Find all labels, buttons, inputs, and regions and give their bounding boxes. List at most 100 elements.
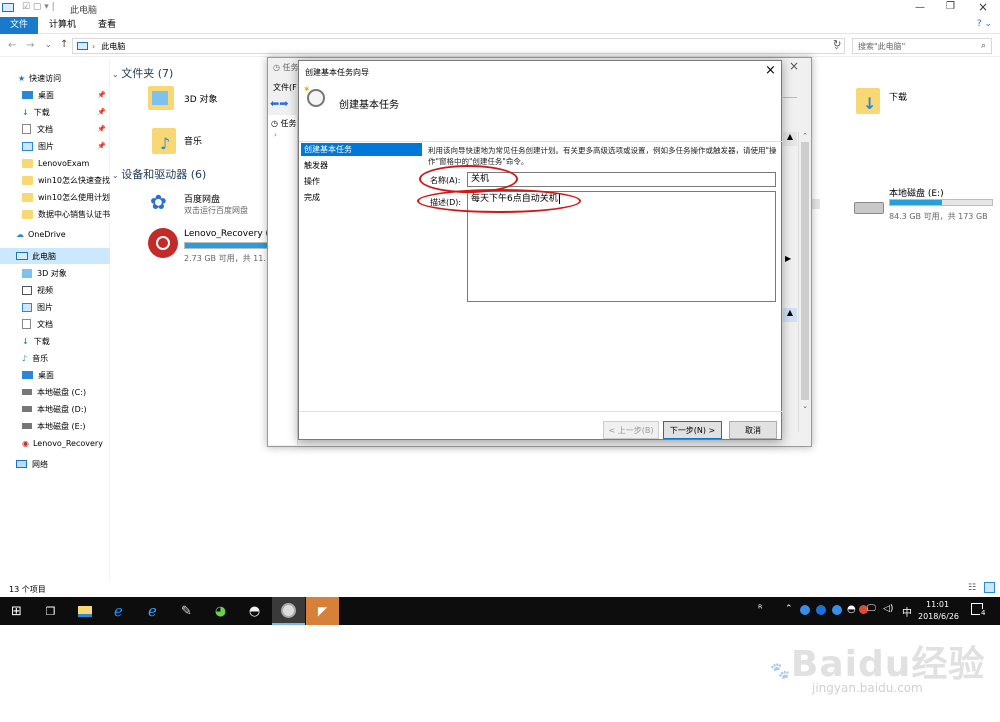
search-box[interactable]: 搜索"此电脑" ⌕ — [852, 38, 992, 54]
tab-computer[interactable]: 计算机 — [38, 17, 87, 34]
folder-music[interactable]: ♪ 音乐 — [148, 122, 208, 162]
taskbar-penguin[interactable]: ◓ — [238, 597, 271, 625]
nav-folder-datacenter[interactable]: 数据中心销售认证书 — [0, 206, 110, 222]
nav-pc-pictures[interactable]: 图片 — [0, 299, 110, 315]
clock-icon: ◷ — [271, 119, 281, 128]
folders-header[interactable]: ⌄ 文件夹 (7) — [112, 65, 173, 81]
tray-app-icon[interactable] — [800, 605, 810, 615]
taskbar-ie[interactable]: ℯ — [136, 597, 169, 625]
devices-header[interactable]: ⌄ 设备和驱动器 (6) — [112, 166, 206, 182]
step-create-basic-task[interactable]: 创建基本任务 — [301, 143, 422, 156]
nav-documents[interactable]: 文档 📌 — [0, 121, 110, 137]
back-arrow-icon[interactable]: ← — [8, 40, 16, 51]
nav-this-pc[interactable]: 此电脑 — [0, 248, 110, 264]
expand-icon[interactable]: › — [274, 131, 297, 139]
scroll-down-icon[interactable]: ⌄ — [799, 402, 811, 410]
step-trigger[interactable]: 触发器 — [301, 159, 422, 172]
tab-view[interactable]: 查看 — [87, 17, 127, 34]
document-icon — [22, 124, 31, 134]
cube-icon — [22, 268, 32, 278]
cancel-button[interactable]: 取消 — [729, 421, 777, 439]
taskbar-explorer[interactable] — [68, 597, 101, 625]
folder-downloads[interactable]: ↓ 下载 — [856, 82, 936, 122]
details-view-icon[interactable]: ☷ — [968, 583, 976, 593]
taskbar-wechat[interactable]: ◕ — [204, 597, 237, 625]
clock-date[interactable]: 2018/6/26 — [918, 612, 959, 621]
large-icons-view-icon[interactable] — [984, 582, 995, 593]
nav-pc-documents[interactable]: 文档 — [0, 316, 110, 332]
recent-chevron-icon[interactable]: ⌄ — [45, 40, 52, 49]
ts-tree-root[interactable]: ◷ 任务 — [271, 118, 297, 129]
start-button[interactable]: ⊞ — [0, 597, 33, 625]
up-arrow-icon[interactable]: ↑ — [60, 39, 68, 50]
ts-close-button[interactable]: × — [789, 59, 799, 73]
drive-e[interactable]: 本地磁盘 (E:) 84.3 GB 可用，共 173 GB — [854, 184, 994, 224]
taskbar-flag-app[interactable]: ◤ — [306, 597, 339, 625]
back-button[interactable]: < 上一步(B) — [603, 421, 659, 439]
close-button[interactable]: × — [978, 0, 988, 14]
nav-quick-access[interactable]: ★ 快速访问 — [0, 70, 110, 86]
taskbar-app[interactable]: ✎ — [170, 597, 203, 625]
video-icon — [22, 285, 32, 295]
forward-arrow-icon[interactable]: → — [26, 40, 34, 51]
music-icon: ♪ — [160, 134, 171, 153]
scroll-up-icon[interactable]: ⌃ — [799, 132, 811, 140]
maximize-button[interactable]: ❐ — [946, 1, 955, 12]
footer-divider — [299, 411, 783, 412]
nav-3d-objects[interactable]: 3D 对象 — [0, 265, 110, 281]
refresh-icon[interactable]: ↻ — [833, 39, 841, 50]
scroll-thumb[interactable] — [801, 142, 809, 400]
music-icon: ♪ — [22, 353, 28, 363]
nav-disk-c[interactable]: 本地磁盘 (C:) — [0, 384, 110, 400]
nav-desktop[interactable]: 桌面 📌 — [0, 87, 110, 103]
step-action[interactable]: 操作 — [301, 175, 422, 188]
address-box[interactable]: › 此电脑 ⌄ — [72, 38, 845, 54]
item-count: 13 个项目 — [9, 585, 46, 594]
quick-access-toolbar[interactable]: ☑ ▢ ▾ | — [22, 2, 55, 12]
minimize-button[interactable]: — — [915, 2, 925, 13]
task-view-button[interactable]: ❐ — [34, 597, 67, 625]
ts-scrollbar[interactable]: ⌃ ⌄ — [798, 132, 811, 432]
nav-pc-downloads[interactable]: ↓ 下载 — [0, 333, 110, 349]
taskbar-task-scheduler[interactable] — [272, 597, 305, 625]
nav-lenovo-recovery[interactable]: ◉ Lenovo_Recovery — [0, 435, 110, 451]
clock-time[interactable]: 11:01 — [926, 600, 949, 609]
window-title: 此电脑 — [70, 6, 98, 16]
ts-section-toggle[interactable]: ▲ — [783, 308, 797, 322]
navigation-pane: ★ 快速访问 桌面 📌 ↓ 下载 📌 文档 📌 图片 📌 LenovoExam win10怎… — [0, 60, 110, 580]
nav-folder-win10-search[interactable]: win10怎么快速查找 — [0, 172, 110, 188]
tray-app-icon[interactable] — [816, 605, 826, 615]
drive-icon — [22, 406, 32, 412]
ime-indicator[interactable]: 中 — [902, 604, 912, 619]
help-icon[interactable]: ? ⌄ — [977, 19, 992, 29]
nav-videos[interactable]: 视频 — [0, 282, 110, 298]
folder-3d-objects[interactable]: 3D 对象 — [148, 80, 218, 120]
ts-expand-arrow[interactable]: ▶ — [785, 254, 791, 263]
nav-network[interactable]: 网络 — [0, 456, 110, 472]
nav-folder-lenovoexam[interactable]: LenovoExam — [0, 155, 110, 171]
volume-icon[interactable]: ◁) — [883, 604, 893, 614]
nav-music[interactable]: ♪ 音乐 — [0, 350, 110, 366]
next-button[interactable]: 下一步(N) > — [663, 421, 722, 439]
penguin-icon: ◓ — [248, 603, 261, 619]
ts-nav-arrows[interactable]: ⬅➡ — [270, 97, 288, 110]
tab-file[interactable]: 文件 — [0, 16, 38, 34]
nav-disk-d[interactable]: 本地磁盘 (D:) — [0, 401, 110, 417]
wizard-close-button[interactable]: × — [765, 63, 776, 78]
nav-folder-win10-plan[interactable]: win10怎么使用计划 — [0, 189, 110, 205]
nav-onedrive[interactable]: ☁ OneDrive — [0, 226, 110, 242]
nav-pictures[interactable]: 图片 📌 — [0, 138, 110, 154]
tray-app-icon[interactable] — [832, 605, 842, 615]
taskbar-edge[interactable]: ℯ — [102, 597, 135, 625]
nav-disk-e[interactable]: 本地磁盘 (E:) — [0, 418, 110, 434]
tray-penguin-icon[interactable]: ◓ — [847, 604, 856, 615]
nav-downloads[interactable]: ↓ 下载 📌 — [0, 104, 110, 120]
network-icon[interactable]: 🖵 — [867, 604, 876, 614]
ts-collapse-button[interactable]: ▲ — [783, 132, 797, 146]
ts-menu-file[interactable]: 文件(F — [273, 82, 297, 93]
tray-chevron-icon[interactable]: ⌃ — [785, 604, 793, 614]
step-finish[interactable]: 完成 — [301, 191, 422, 204]
people-icon[interactable]: ᴿ — [758, 604, 762, 615]
ts-divider — [783, 97, 797, 98]
nav-pc-desktop[interactable]: 桌面 — [0, 367, 110, 383]
